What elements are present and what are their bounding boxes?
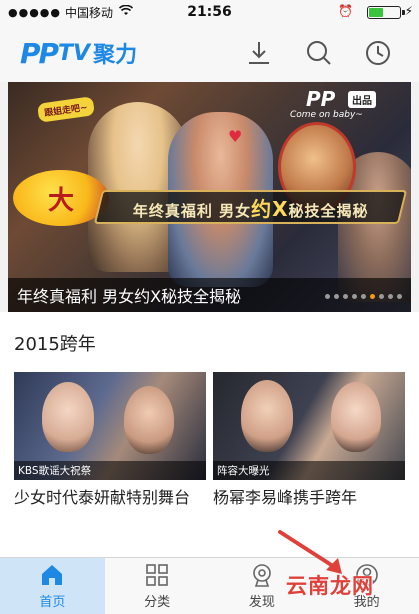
video-thumbnail: 阵容大曝光: [213, 372, 405, 480]
carousel-dot[interactable]: [370, 294, 375, 299]
video-card[interactable]: KBS歌谣大祝祭 少女时代泰妍献特别舞台: [14, 372, 206, 509]
banner-speech-text: Come on baby~: [290, 110, 363, 120]
tab-label: 分类: [144, 595, 171, 610]
tab-label: 首页: [39, 595, 66, 610]
grid-icon: [146, 564, 168, 586]
logo-pp: PP: [20, 36, 59, 70]
banner-overlay-strip: 年终真福利 男女约X秘技全揭秘: [93, 190, 408, 224]
video-label: 阵容大曝光: [213, 461, 405, 480]
video-card[interactable]: 阵容大曝光 杨幂李易峰携手跨年: [213, 372, 405, 509]
app-header: PP TV 聚力: [0, 24, 419, 82]
section-title: 2015跨年: [14, 334, 96, 355]
tab-label: 发现: [248, 595, 275, 610]
banner-carousel[interactable]: 跟姐走吧~ ♥ PP 出品 Come on baby~ 大 年终真福利 男女约X…: [8, 82, 411, 312]
video-title: 杨幂李易峰携手跨年: [213, 488, 358, 507]
alarm-icon: ⏰: [338, 4, 353, 18]
discover-icon: [253, 564, 271, 587]
carousel-dot[interactable]: [397, 294, 402, 299]
app-logo: PP TV 聚力: [20, 37, 137, 70]
charging-icon: ⚡: [404, 4, 413, 18]
carousel-dot[interactable]: [343, 294, 348, 299]
carousel-dot[interactable]: [379, 294, 384, 299]
logo-tv: TV: [58, 40, 91, 66]
search-icon[interactable]: [303, 37, 335, 69]
banner-title: 年终真福利 男女约X秘技全揭秘: [17, 287, 242, 306]
banner-pp-sub: 出品: [348, 91, 376, 108]
section-2015-new-year: 2015跨年 KBS歌谣大祝祭 少女时代泰妍献特别舞台 阵容大曝光 杨幂李易峰携…: [0, 312, 419, 557]
carousel-dot[interactable]: [361, 294, 366, 299]
battery-icon: [367, 6, 405, 19]
carousel-dot[interactable]: [352, 294, 357, 299]
banner-caption-bar: 年终真福利 男女约X秘技全揭秘: [8, 278, 411, 312]
clock: 21:56: [187, 4, 232, 20]
status-bar: ●●●●● 中国移动 21:56 ⏰ ⚡: [0, 0, 419, 24]
carousel-dot[interactable]: [325, 294, 330, 299]
tab-home[interactable]: 首页: [0, 558, 105, 614]
watermark-text: 云南龙网: [286, 574, 374, 598]
download-icon[interactable]: [243, 37, 275, 69]
show-logo-text: 大: [47, 185, 74, 216]
home-icon: [42, 565, 63, 585]
banner-overlay-text: 年终真福利 男女约X秘技全揭秘: [132, 196, 369, 221]
video-thumbnail: KBS歌谣大祝祭: [14, 372, 206, 480]
banner-overlay-highlight: 约X: [250, 196, 289, 221]
carousel-dot[interactable]: [388, 294, 393, 299]
carousel-pagination[interactable]: [325, 294, 402, 299]
heart-icon: ♥: [228, 127, 243, 146]
banner-pp-logo: PP: [306, 87, 336, 111]
logo-name: 聚力: [93, 43, 138, 68]
banner-speech-bubble: 跟姐走吧~: [36, 96, 95, 123]
carousel-dot[interactable]: [334, 294, 339, 299]
video-label: KBS歌谣大祝祭: [14, 461, 206, 480]
tab-category[interactable]: 分类: [105, 558, 210, 614]
history-clock-icon[interactable]: [362, 37, 394, 69]
video-title: 少女时代泰妍献特别舞台: [14, 488, 191, 507]
